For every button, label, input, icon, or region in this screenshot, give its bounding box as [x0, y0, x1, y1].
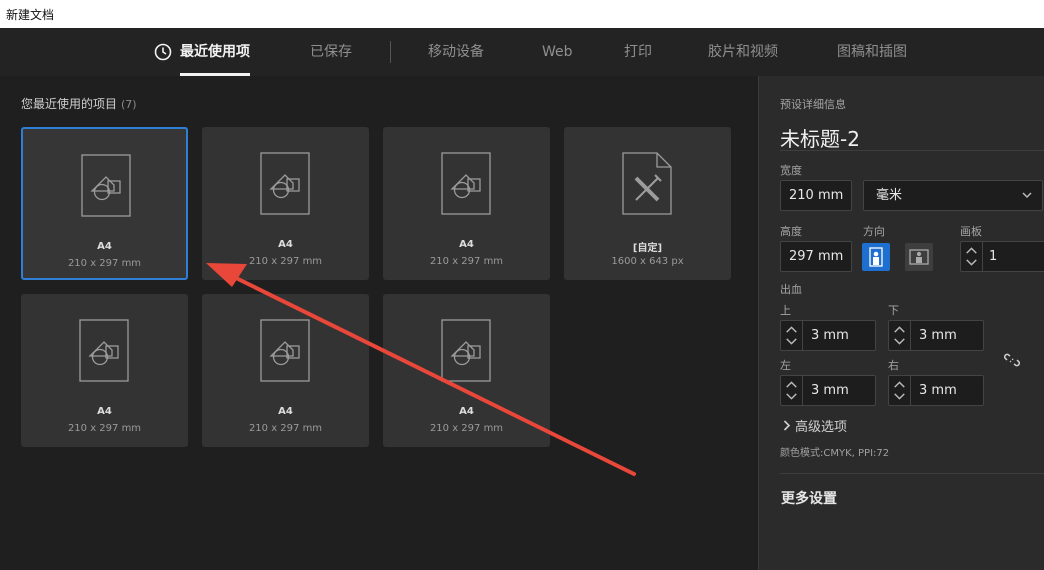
category-tab-bar: 最近使用项 已保存 移动设备 Web 打印 胶片和视频 图稿和插图 — [0, 28, 1044, 76]
artboards-stepper[interactable]: 1 — [960, 241, 1044, 272]
recent-section-title: 您最近使用的项目 (7) — [21, 95, 137, 112]
document-shapes-icon — [260, 152, 310, 215]
bleed-left-stepper[interactable]: 3 mm — [780, 375, 876, 406]
chevron-down-icon — [1022, 192, 1032, 199]
preset-size: 210 x 297 mm — [67, 258, 142, 269]
stepper-arrows-icon[interactable] — [889, 321, 911, 350]
preset-card[interactable]: A4 210 x 297 mm — [202, 294, 369, 447]
preset-size: 210 x 297 mm — [429, 256, 504, 267]
preset-name: A4 — [459, 406, 474, 417]
preset-name: A4 — [97, 406, 112, 417]
bleed-right-value: 3 mm — [919, 383, 957, 398]
bleed-right-label: 右 — [888, 359, 899, 372]
tab-recent[interactable]: 最近使用项 — [154, 28, 250, 76]
bleed-top-value: 3 mm — [811, 328, 849, 343]
stepper-arrows-icon[interactable] — [961, 242, 983, 271]
preset-size: 210 x 297 mm — [429, 423, 504, 434]
bleed-bottom-label: 下 — [888, 304, 899, 317]
chevron-right-icon — [783, 420, 791, 431]
more-settings-button[interactable]: 更多设置 — [781, 488, 837, 508]
window-title: 新建文档 — [6, 8, 55, 22]
preset-card[interactable]: A4 210 x 297 mm — [202, 127, 369, 280]
panel-divider — [780, 473, 1044, 474]
portrait-icon — [869, 247, 883, 267]
preset-name: A4 — [278, 239, 293, 250]
artboards-label: 画板 — [960, 225, 982, 238]
preset-card-selected[interactable]: A4 210 x 297 mm — [21, 127, 188, 280]
window-title-bar: 新建文档 — [0, 0, 1044, 28]
bleed-label: 出血 — [780, 283, 802, 296]
preset-size: 1600 x 643 px — [611, 256, 684, 267]
landscape-orientation-button[interactable] — [905, 243, 933, 271]
stepper-arrows-icon[interactable] — [781, 321, 803, 350]
bleed-left-label: 左 — [780, 359, 791, 372]
tab-film-video[interactable]: 胶片和视频 — [708, 28, 778, 76]
custom-document-icon — [622, 152, 672, 215]
tab-separator — [390, 41, 391, 63]
document-shapes-icon — [260, 319, 310, 382]
color-mode-info: 颜色模式:CMYK, PPI:72 — [780, 448, 890, 459]
tab-mobile[interactable]: 移动设备 — [428, 28, 484, 76]
name-underline — [780, 150, 1044, 151]
recent-title-text: 您最近使用的项目 — [21, 97, 118, 111]
bleed-bottom-value: 3 mm — [919, 328, 957, 343]
width-input[interactable]: 210 mm — [780, 180, 852, 211]
bleed-bottom-stepper[interactable]: 3 mm — [888, 320, 984, 351]
tab-saved[interactable]: 已保存 — [310, 28, 352, 76]
width-label: 宽度 — [780, 164, 802, 177]
recent-count: (7) — [121, 98, 137, 111]
preset-details-panel: 预设详细信息 未标题-2 宽度 210 mm 毫米 高度 297 mm 方向 画… — [758, 76, 1044, 570]
bleed-top-stepper[interactable]: 3 mm — [780, 320, 876, 351]
preset-card[interactable]: A4 210 x 297 mm — [21, 294, 188, 447]
unit-select-value: 毫米 — [876, 188, 903, 203]
tab-art-illustration[interactable]: 图稿和插图 — [837, 28, 907, 76]
height-input[interactable]: 297 mm — [780, 241, 852, 272]
stepper-arrows-icon[interactable] — [889, 376, 911, 405]
unit-select[interactable]: 毫米 — [863, 180, 1043, 211]
tab-recent-label: 最近使用项 — [180, 44, 250, 60]
preset-card[interactable]: A4 210 x 297 mm — [383, 127, 550, 280]
document-shapes-icon — [441, 152, 491, 215]
preset-card[interactable]: [自定] 1600 x 643 px — [564, 127, 731, 280]
orientation-label: 方向 — [863, 225, 885, 238]
preset-size: 210 x 297 mm — [67, 423, 142, 434]
advanced-options-toggle[interactable]: 高级选项 — [783, 416, 847, 435]
preset-card[interactable]: A4 210 x 297 mm — [383, 294, 550, 447]
preset-name: A4 — [278, 406, 293, 417]
tab-web[interactable]: Web — [542, 28, 573, 76]
landscape-icon — [909, 249, 929, 265]
artboards-value: 1 — [989, 249, 998, 264]
preset-name: A4 — [97, 241, 112, 252]
height-label: 高度 — [780, 225, 802, 238]
bleed-right-stepper[interactable]: 3 mm — [888, 375, 984, 406]
document-name-field[interactable]: 未标题-2 — [780, 123, 860, 152]
stepper-arrows-icon[interactable] — [781, 376, 803, 405]
preset-size: 210 x 297 mm — [248, 256, 323, 267]
broken-link-icon[interactable] — [1004, 352, 1020, 368]
bleed-top-label: 上 — [780, 304, 791, 317]
preset-size: 210 x 297 mm — [248, 423, 323, 434]
preset-name: [自定] — [632, 243, 663, 254]
tab-print[interactable]: 打印 — [624, 28, 652, 76]
recent-presets-area: 您最近使用的项目 (7) A4 210 x 297 mm A4 210 x 297 mm… — [0, 76, 758, 570]
portrait-orientation-button[interactable] — [862, 243, 890, 271]
clock-icon — [154, 43, 172, 61]
preset-details-header: 预设详细信息 — [780, 98, 846, 111]
advanced-options-label: 高级选项 — [795, 420, 848, 435]
document-shapes-icon — [79, 319, 129, 382]
preset-name: A4 — [459, 239, 474, 250]
document-shapes-icon — [441, 319, 491, 382]
bleed-left-value: 3 mm — [811, 383, 849, 398]
document-shapes-icon — [81, 154, 131, 217]
